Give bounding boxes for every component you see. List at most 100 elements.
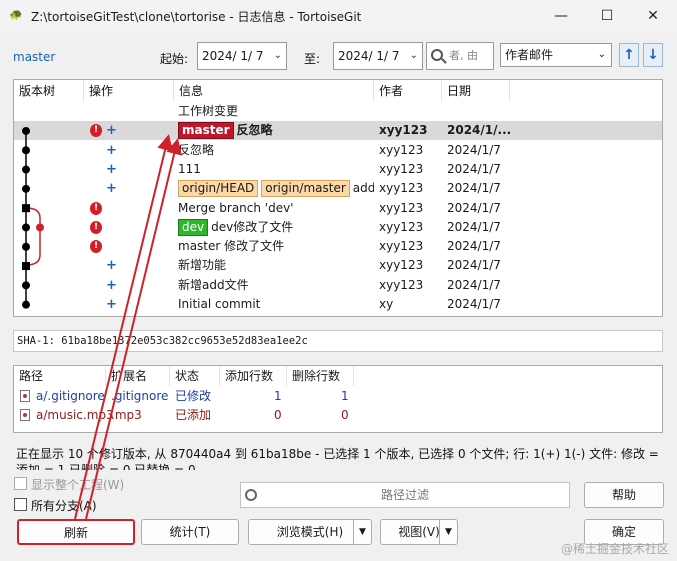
modified-icon: ! — [90, 201, 102, 215]
log-message-text: 工作树变更 — [178, 104, 239, 118]
file-path: a/music.mp3 — [36, 408, 114, 422]
commit-node — [22, 204, 30, 213]
title-bar: 🐢 Z:\tortoiseGitTest\clone\tortorise - 日… — [0, 0, 677, 32]
commit-node — [22, 146, 30, 155]
log-date: 2024/1/7 — [447, 181, 501, 196]
file-icon — [20, 409, 30, 421]
log-author: xyy123 — [379, 258, 424, 273]
column-header-author[interactable]: 作者 — [374, 80, 442, 102]
modified-icon: ! — [90, 124, 102, 138]
path-filter-input[interactable]: 路径过滤 — [240, 482, 570, 508]
dropdown-arrow-icon[interactable]: ▼ — [353, 520, 371, 544]
remote-branch-tag: origin/HEAD — [178, 180, 259, 198]
log-author: xy — [379, 297, 394, 311]
log-row[interactable]: + 反忽略 xyy123 2024/1/7 — [14, 141, 662, 160]
commit-node — [22, 242, 30, 251]
arrow-up-button[interactable]: ↑ — [619, 43, 639, 67]
log-message-text: 新增add文件 — [178, 277, 249, 292]
column-header-status[interactable]: 状态 — [170, 366, 220, 386]
log-row[interactable]: +111 xyy123 2024/1/7 — [14, 160, 662, 179]
refresh-button[interactable]: 刷新 — [17, 519, 135, 545]
view-button[interactable]: 视图(V) ▼ — [380, 519, 458, 545]
log-message: master 修改了文件 — [178, 237, 374, 256]
file-row[interactable]: a/.gitignore .gitignore 已修改 1 1 — [14, 387, 662, 405]
log-message-text: 反忽略 — [236, 123, 273, 138]
commit-node — [22, 300, 30, 309]
log-message-text: 新增功能 — [178, 258, 227, 273]
filter-field-select[interactable]: 作者邮件 ⌄ — [500, 43, 612, 67]
commit-node — [22, 262, 30, 271]
file-status: 已添加 — [175, 408, 212, 422]
from-date-value: 2024/ 1/ 7 — [202, 49, 264, 63]
log-row[interactable]: + Initial commit xy 2024/1/7 — [14, 295, 662, 314]
maximize-button[interactable]: ☐ — [584, 0, 630, 32]
file-status: 已修改 — [175, 389, 212, 403]
chevron-down-icon: ⌄ — [409, 50, 418, 61]
added-icon: + — [106, 142, 117, 158]
file-added: 1 — [274, 389, 282, 403]
log-row[interactable]: ! master 修改了文件 xyy123 2024/1/7 — [14, 237, 662, 256]
log-list[interactable]: 版本树 操作 信息 作者 日期 工作树变更! + master 反忽略 xyy123 20… — [13, 79, 663, 317]
column-header-ext[interactable]: 扩展名 — [106, 366, 170, 386]
all-branches-checkbox[interactable] — [14, 498, 27, 511]
dev-commit-node — [36, 223, 44, 232]
log-message-text: dev修改了文件 — [211, 219, 294, 234]
log-author: xyy123 — [379, 161, 424, 176]
log-author: xyy123 — [379, 239, 424, 254]
file-icon — [20, 390, 30, 402]
log-message: 反忽略 — [178, 141, 374, 160]
log-author: xyy123 — [379, 200, 424, 215]
search-input[interactable]: 者, 由 — [426, 42, 494, 70]
log-author: xyy123 — [379, 277, 424, 292]
column-header-date[interactable]: 日期 — [442, 80, 510, 102]
column-header-message[interactable]: 信息 — [174, 80, 374, 102]
search-placeholder: 者, 由 — [449, 49, 478, 62]
log-row[interactable]: ! dev dev修改了文件 xyy123 2024/1/7 — [14, 218, 662, 237]
branch-link[interactable]: master — [13, 50, 55, 64]
log-row[interactable]: 工作树变更 — [14, 102, 662, 121]
log-author: xyy123 — [379, 142, 424, 157]
dropdown-arrow-icon[interactable]: ▼ — [439, 520, 457, 544]
arrow-down-icon: ↓ — [647, 47, 659, 63]
log-row[interactable]: + 新增add文件 xyy123 2024/1/7 — [14, 276, 662, 295]
help-button[interactable]: 帮助 — [584, 482, 664, 508]
log-author — [379, 102, 441, 121]
column-header-added[interactable]: 添加行数 — [220, 366, 287, 386]
stats-button[interactable]: 统计(T) — [141, 519, 239, 545]
watermark: @稀土掘金技术社区 — [560, 542, 669, 556]
from-date-picker[interactable]: 2024/ 1/ 7 ⌄ — [197, 42, 287, 70]
log-row[interactable]: + 新增功能 xyy123 2024/1/7 — [14, 256, 662, 275]
added-icon: + — [106, 123, 117, 139]
arrow-down-button[interactable]: ↓ — [643, 43, 663, 67]
log-row[interactable]: + origin/HEADorigin/masteradd ig... xyy123… — [14, 179, 662, 198]
file-row[interactable]: a/music.mp3 .mp3 已添加 0 0 — [14, 406, 662, 424]
from-label: 起始: — [160, 52, 189, 66]
show-whole-project-checkbox[interactable] — [14, 477, 27, 490]
log-message-text: Initial commit — [178, 297, 261, 311]
sha-field[interactable]: SHA-1: 61ba18be1372e053c382cc9653e52d83e… — [13, 330, 663, 352]
column-header-path[interactable]: 路径 — [14, 366, 106, 386]
to-date-picker[interactable]: 2024/ 1/ 7 ⌄ — [333, 42, 423, 70]
log-author: xyy123 — [379, 123, 428, 138]
log-date — [447, 102, 511, 121]
log-author: xyy123 — [379, 181, 424, 196]
column-header-actions[interactable]: 操作 — [84, 80, 174, 102]
column-header-deleted[interactable]: 删除行数 — [287, 366, 354, 386]
log-row[interactable]: ! Merge branch 'dev' xyy123 2024/1/7 — [14, 199, 662, 218]
log-date: 2024/1/7 — [447, 142, 501, 157]
close-button[interactable]: ✕ — [630, 0, 676, 32]
minimize-button[interactable]: — — [538, 0, 584, 32]
added-icon: + — [106, 297, 117, 312]
dev-branch-tag: dev — [178, 218, 209, 236]
browse-mode-button[interactable]: 浏览模式(H) ▼ — [248, 519, 372, 545]
changed-files-list[interactable]: 路径 扩展名 状态 添加行数 删除行数 a/.gitignore .gitigno… — [13, 365, 663, 433]
commit-node — [22, 126, 30, 135]
file-ext: .gitignore — [111, 389, 169, 403]
log-message-text: 反忽略 — [178, 142, 215, 157]
log-message-text: Merge branch 'dev' — [178, 200, 294, 215]
path-filter-placeholder: 路径过滤 — [380, 488, 429, 502]
log-row[interactable]: ! + master 反忽略 xyy123 2024/1/... — [14, 121, 662, 141]
window-title: Z:\tortoiseGitTest\clone\tortorise - 日志信… — [31, 10, 362, 24]
to-date-value: 2024/ 1/ 7 — [338, 49, 400, 63]
log-message: 新增功能 — [178, 256, 374, 275]
